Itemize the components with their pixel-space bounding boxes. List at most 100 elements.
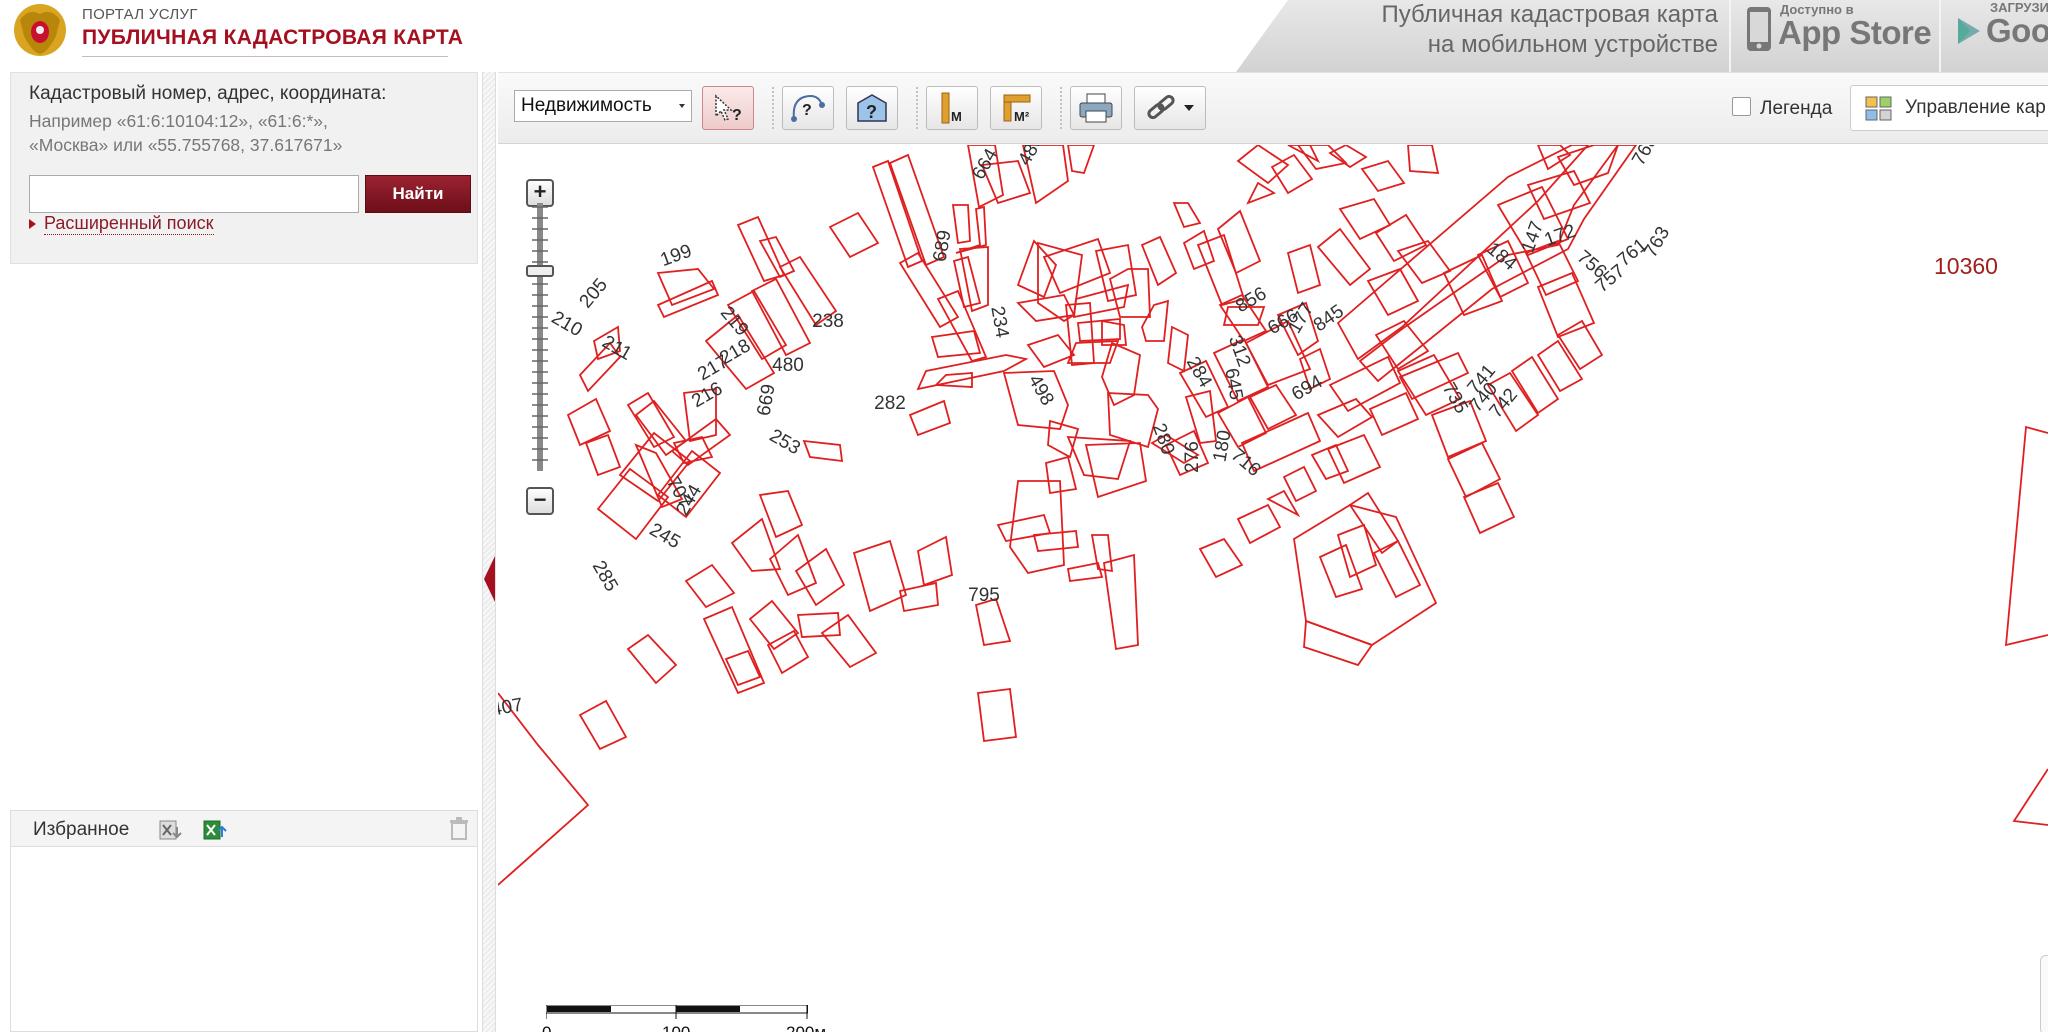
- parcel[interactable]: [584, 433, 622, 477]
- parcel[interactable]: [750, 277, 812, 357]
- link-button[interactable]: [1134, 86, 1206, 130]
- google-play-button[interactable]: ЗАГРУЗИ Goog: [1946, 0, 2048, 72]
- area-query-button[interactable]: ?: [782, 86, 834, 130]
- parcel[interactable]: [1236, 145, 1290, 185]
- parcel[interactable]: [1072, 283, 1130, 319]
- parcel[interactable]: [1407, 145, 1440, 174]
- parcel[interactable]: [578, 699, 628, 751]
- parcel[interactable]: [1336, 523, 1378, 579]
- measure-area-button[interactable]: M²: [990, 86, 1042, 130]
- object-info-button[interactable]: ?: [846, 86, 898, 130]
- cadastral-map[interactable]: 664 486 768 689 147 172 184 756 757 761 763 199 205 2…: [498, 145, 2048, 1032]
- coat-of-arms-logo[interactable]: [8, 0, 72, 58]
- parcel[interactable]: [1182, 229, 1216, 271]
- parcel[interactable]: [1084, 442, 1148, 499]
- parcel[interactable]: [1287, 145, 1321, 164]
- print-button[interactable]: [1070, 86, 1122, 130]
- parcel[interactable]: [1141, 299, 1170, 342]
- parcel[interactable]: [1067, 145, 1095, 175]
- zoom-slider-handle[interactable]: [526, 265, 554, 277]
- parcel[interactable]: [758, 235, 796, 279]
- parcel[interactable]: [1372, 539, 1422, 599]
- parcel[interactable]: [955, 205, 987, 254]
- parcel[interactable]: [1396, 239, 1452, 285]
- map-right-handle[interactable]: [2040, 955, 2048, 1032]
- advanced-search-link[interactable]: Расширенный поиск: [29, 213, 214, 235]
- parcel[interactable]: [1462, 481, 1516, 535]
- divider: [1729, 0, 1731, 72]
- parcel-number-label: 238: [812, 311, 844, 332]
- parcel[interactable]: [1032, 530, 1080, 552]
- parcel[interactable]: [626, 633, 678, 685]
- zoom-out-button[interactable]: −: [526, 487, 554, 515]
- parcel[interactable]: [1360, 159, 1406, 193]
- parcel[interactable]: [702, 605, 766, 695]
- parcel[interactable]: [898, 581, 939, 613]
- zoom-slider-track[interactable]: [531, 203, 549, 471]
- parcel[interactable]: [916, 535, 954, 587]
- parcel[interactable]: [996, 513, 1052, 543]
- parcel[interactable]: [1236, 503, 1282, 545]
- parcel[interactable]: [1246, 181, 1277, 205]
- parcel[interactable]: [1107, 392, 1159, 449]
- parcel[interactable]: [566, 397, 612, 447]
- parcel[interactable]: [828, 211, 880, 259]
- google-play-big: Goog: [1986, 12, 2048, 49]
- parcel[interactable]: [768, 533, 818, 597]
- parcel[interactable]: [976, 687, 1018, 743]
- parcel[interactable]: [1172, 202, 1202, 229]
- parcel[interactable]: [626, 391, 676, 449]
- map-management-button[interactable]: Управление кар: [1850, 85, 2048, 131]
- parcel[interactable]: [1037, 241, 1083, 323]
- app-store-button[interactable]: Доступно в App Store: [1736, 0, 1936, 72]
- parcel[interactable]: [1446, 441, 1502, 499]
- parcel[interactable]: [684, 563, 736, 609]
- parcel[interactable]: [1303, 619, 1374, 667]
- trash-icon[interactable]: [449, 817, 469, 841]
- parcel[interactable]: [1108, 268, 1151, 318]
- sidebar-splitter[interactable]: [482, 72, 496, 1032]
- parcel[interactable]: [802, 439, 844, 463]
- search-button[interactable]: Найти: [365, 175, 471, 213]
- parcel[interactable]: [1090, 534, 1114, 573]
- portal-title[interactable]: ПУБЛИЧНАЯ КАДАСТРОВАЯ КАРТА: [82, 26, 463, 50]
- legend-checkbox[interactable]: [1732, 97, 1751, 116]
- parcel[interactable]: [1102, 553, 1139, 651]
- excel-export-icon[interactable]: [203, 819, 227, 841]
- parcel[interactable]: [930, 329, 982, 358]
- parcel[interactable]: [1310, 443, 1350, 481]
- parcel[interactable]: [951, 204, 971, 245]
- parcel[interactable]: [1316, 397, 1374, 439]
- parcel[interactable]: [1216, 209, 1262, 275]
- search-input[interactable]: [29, 175, 359, 213]
- collapse-sidebar-icon[interactable]: [482, 556, 496, 602]
- parcel[interactable]: [1328, 145, 1368, 169]
- layer-select[interactable]: Недвижимость: [514, 90, 692, 122]
- parcel[interactable]: [1536, 339, 1584, 393]
- parcel-boundary[interactable]: [2004, 425, 2048, 647]
- parcel[interactable]: [1338, 197, 1392, 241]
- parcel[interactable]: [871, 159, 924, 269]
- parcel-layer[interactable]: 664 486 768689 147172184 7567577617631992052…: [498, 145, 2048, 1032]
- measure-distance-button[interactable]: M: [926, 86, 978, 130]
- parcel-boundary[interactable]: [2012, 768, 2048, 826]
- excel-import-icon[interactable]: [159, 819, 183, 841]
- parcel-boundary[interactable]: [498, 692, 590, 886]
- parcel[interactable]: [1184, 389, 1218, 444]
- parcel[interactable]: [1336, 145, 1590, 361]
- parcel[interactable]: [1026, 333, 1076, 369]
- parcel[interactable]: [1328, 355, 1402, 413]
- parcel[interactable]: [908, 399, 952, 437]
- parcel[interactable]: [1140, 235, 1178, 287]
- parcel[interactable]: [852, 539, 908, 613]
- parcel[interactable]: [1286, 243, 1322, 295]
- parcel[interactable]: [1009, 480, 1065, 575]
- parcel[interactable]: [794, 547, 846, 607]
- identify-tool-button[interactable]: ?: [702, 86, 754, 130]
- parcel[interactable]: [1282, 465, 1318, 503]
- parcel[interactable]: [1368, 391, 1420, 437]
- parcel[interactable]: [1198, 537, 1244, 579]
- parcel[interactable]: [1196, 233, 1246, 307]
- parcel[interactable]: [1318, 543, 1364, 599]
- parcel[interactable]: [820, 613, 878, 669]
